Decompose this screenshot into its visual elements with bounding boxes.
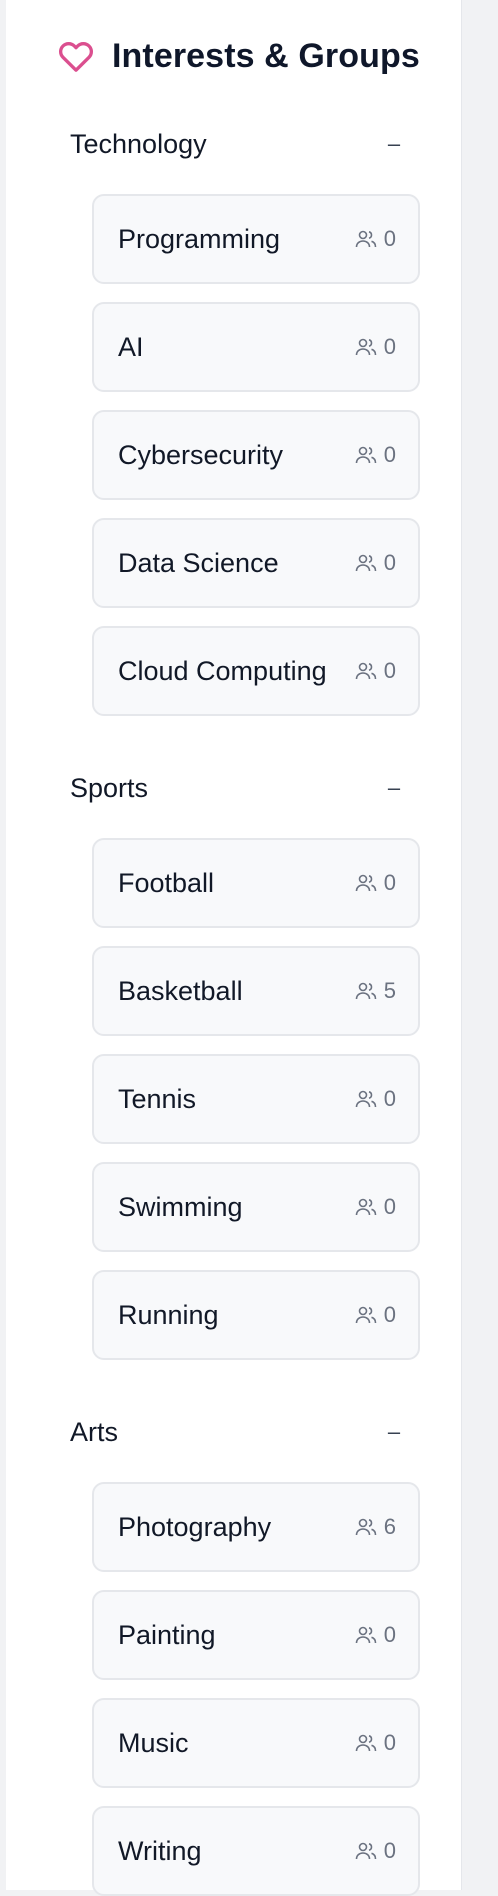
- member-count-value: 0: [383, 550, 396, 575]
- member-count-value: 5: [383, 978, 396, 1003]
- member-count-value: 0: [383, 1086, 396, 1111]
- member-count-value: 0: [383, 1194, 396, 1219]
- collapse-icon[interactable]: –: [382, 1419, 406, 1445]
- group-item-writing[interactable]: Writing 0: [92, 1806, 420, 1896]
- group-item-running[interactable]: Running 0: [92, 1270, 420, 1360]
- group-item-tennis[interactable]: Tennis 0: [92, 1054, 420, 1144]
- member-count: 0: [354, 658, 396, 684]
- group-label: Writing: [118, 1835, 202, 1866]
- group-item-photography[interactable]: Photography 6: [92, 1482, 420, 1572]
- collapse-icon[interactable]: –: [382, 131, 406, 157]
- group-label: Programming: [118, 223, 281, 254]
- users-icon: [354, 1731, 378, 1755]
- group-item-basketball[interactable]: Basketball 5: [92, 946, 420, 1036]
- group-item-swimming[interactable]: Swimming 0: [92, 1162, 420, 1252]
- panel-header: Interests & Groups: [56, 32, 420, 80]
- collapse-icon[interactable]: –: [382, 775, 406, 801]
- group-label: Data Science: [118, 547, 279, 578]
- users-icon: [354, 1303, 378, 1327]
- member-count-value: 0: [383, 1622, 396, 1647]
- member-count-value: 0: [383, 1302, 396, 1327]
- users-icon: [354, 1839, 378, 1863]
- member-count-value: 0: [383, 1838, 396, 1863]
- page-title: Interests & Groups: [112, 36, 420, 75]
- group-label: Cloud Computing: [118, 655, 327, 686]
- member-count: 5: [354, 978, 396, 1004]
- interests-panel: Interests & Groups Technology – Programm…: [6, 0, 462, 1896]
- member-count-value: 6: [383, 1514, 396, 1539]
- users-icon: [354, 335, 378, 359]
- users-icon: [354, 1623, 378, 1647]
- group-item-music[interactable]: Music 0: [92, 1698, 420, 1788]
- users-icon: [354, 443, 378, 467]
- users-icon: [354, 979, 378, 1003]
- group-label: Music: [118, 1727, 189, 1758]
- users-icon: [354, 551, 378, 575]
- member-count: 6: [354, 1514, 396, 1540]
- member-count: 0: [354, 1086, 396, 1112]
- group-item-ai[interactable]: AI 0: [92, 302, 420, 392]
- section-label: Arts: [70, 1416, 119, 1447]
- member-count-value: 0: [383, 658, 396, 683]
- section-arts: Arts – Photography 6 Painting 0 Music 0 …: [70, 1410, 420, 1896]
- member-count-value: 0: [383, 226, 396, 251]
- member-count: 0: [354, 1194, 396, 1220]
- section-sports: Sports – Football 0 Basketball 5 Tennis: [70, 766, 420, 1360]
- users-icon: [354, 1515, 378, 1539]
- member-count: 0: [354, 226, 396, 252]
- group-label: Cybersecurity: [118, 439, 284, 470]
- group-label: Painting: [118, 1619, 216, 1650]
- group-label: Photography: [118, 1511, 272, 1542]
- group-label: Tennis: [118, 1083, 197, 1114]
- section-label: Technology: [70, 128, 207, 159]
- group-item-football[interactable]: Football 0: [92, 838, 420, 928]
- member-count: 0: [354, 870, 396, 896]
- group-item-painting[interactable]: Painting 0: [92, 1590, 420, 1680]
- member-count-value: 0: [383, 334, 396, 359]
- group-label: Football: [118, 867, 215, 898]
- users-icon: [354, 1195, 378, 1219]
- group-item-cybersecurity[interactable]: Cybersecurity 0: [92, 410, 420, 500]
- member-count: 0: [354, 442, 396, 468]
- section-technology: Technology – Programming 0 AI 0 Cybersec…: [70, 122, 420, 716]
- member-count: 0: [354, 550, 396, 576]
- member-count: 0: [354, 1730, 396, 1756]
- group-label: Swimming: [118, 1191, 243, 1222]
- users-icon: [354, 227, 378, 251]
- member-count: 0: [354, 334, 396, 360]
- group-label: Running: [118, 1299, 219, 1330]
- group-label: AI: [118, 331, 144, 362]
- users-icon: [354, 1087, 378, 1111]
- member-count: 0: [354, 1838, 396, 1864]
- group-label: Basketball: [118, 975, 243, 1006]
- group-item-cloud-computing[interactable]: Cloud Computing 0: [92, 626, 420, 716]
- member-count: 0: [354, 1622, 396, 1648]
- section-header-technology[interactable]: Technology –: [70, 122, 406, 166]
- group-item-programming[interactable]: Programming 0: [92, 194, 420, 284]
- member-count-value: 0: [383, 442, 396, 467]
- group-item-data-science[interactable]: Data Science 0: [92, 518, 420, 608]
- section-header-sports[interactable]: Sports –: [70, 766, 406, 810]
- member-count: 0: [354, 1302, 396, 1328]
- member-count-value: 0: [383, 1730, 396, 1755]
- heart-icon: [56, 36, 96, 76]
- users-icon: [354, 871, 378, 895]
- section-header-arts[interactable]: Arts –: [70, 1410, 406, 1454]
- section-label: Sports: [70, 772, 149, 803]
- users-icon: [354, 659, 378, 683]
- member-count-value: 0: [383, 870, 396, 895]
